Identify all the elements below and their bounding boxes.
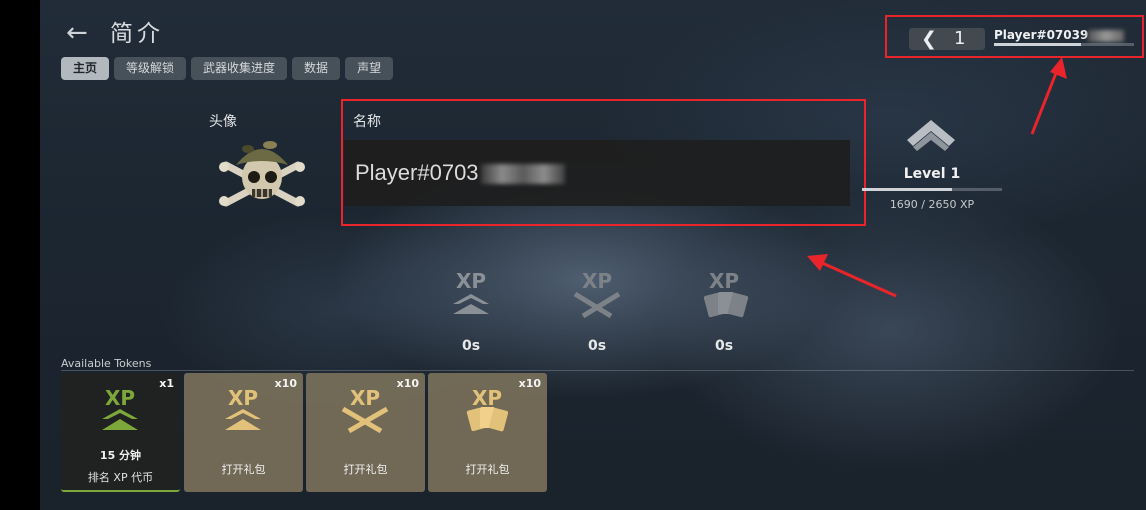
level-progress-bar (862, 188, 1002, 191)
boost-time: 0s (587, 338, 607, 354)
xp-rank-token-icon: XP (225, 386, 261, 430)
red-arrow-to-player-icon (1030, 57, 1067, 135)
redaction-blur (1088, 29, 1125, 42)
token-count: x10 (274, 377, 297, 390)
token-ranked-xp[interactable]: x1 XP 15 分钟 排名 XP 代币 (61, 373, 180, 492)
level-label: Level 1 (903, 166, 961, 182)
player-rank-number: 1 (954, 28, 966, 49)
xp-progress-text: 1690 / 2650 XP (889, 198, 975, 211)
token-duration: 15 分钟 (99, 449, 142, 462)
available-tokens-label: Available Tokens (61, 357, 152, 370)
boost-card-xp: XP 0s (696, 268, 752, 354)
profile-screen: ← 简介 主页 等级解锁 武器收集进度 数据 声望 头像 名称 Player#0… (40, 0, 1146, 510)
xp-weapon-token-icon: XP (341, 386, 389, 434)
tab-bar: 主页 等级解锁 武器收集进度 数据 声望 (61, 57, 394, 80)
boost-time: 0s (714, 338, 734, 354)
rank-chevron-icon (907, 120, 955, 151)
player-progress-bar (994, 43, 1134, 46)
left-edge-bar (0, 0, 40, 510)
boost-weapon-xp: XP 0s (569, 268, 625, 354)
token-name: 排名 XP 代币 (87, 471, 154, 484)
tab-stats[interactable]: 数据 (292, 57, 341, 80)
back-arrow-icon[interactable]: ← (66, 19, 88, 47)
player-name-value: Player#0703 (355, 160, 565, 186)
xp-rank-token-icon: XP (102, 386, 138, 430)
skull-avatar-icon[interactable] (218, 135, 306, 211)
name-label: 名称 (353, 114, 381, 130)
token-gift-weapon[interactable]: x10 XP 打开礼包 (306, 373, 425, 492)
player-progress-fill (994, 43, 1081, 46)
tab-level-unlocks[interactable]: 等级解锁 (114, 57, 187, 80)
tab-prestige[interactable]: 声望 (345, 57, 394, 80)
redaction-blur (480, 164, 565, 185)
svg-text:XP: XP (709, 269, 739, 293)
svg-text:XP: XP (582, 269, 612, 293)
boost-time: 0s (461, 338, 481, 354)
open-gift-label: 打开礼包 (343, 463, 388, 476)
open-gift-label: 打开礼包 (221, 463, 266, 476)
tab-home[interactable]: 主页 (61, 57, 110, 80)
player-name-field[interactable]: Player#0703 (344, 140, 850, 206)
player-rank-pill[interactable]: ❮ 1 (909, 28, 985, 50)
page-title: 简介 (110, 21, 164, 47)
avatar-label: 头像 (209, 114, 237, 130)
token-count: x1 (159, 377, 174, 390)
token-count: x10 (518, 377, 541, 390)
level-progress-fill (862, 188, 952, 191)
svg-text:XP: XP (472, 386, 502, 410)
tokens-divider (61, 370, 1134, 371)
token-gift-rank[interactable]: x10 XP 打开礼包 (184, 373, 303, 492)
xp-weapon-boost-icon: XP (573, 269, 621, 319)
svg-text:XP: XP (350, 386, 380, 410)
xp-card-token-icon: XP (466, 386, 509, 432)
svg-text:XP: XP (228, 386, 258, 410)
xp-rank-boost-icon: XP (453, 269, 489, 314)
boost-rank-xp: XP 0s (443, 268, 499, 354)
token-gift-card[interactable]: x10 XP 打开礼包 (428, 373, 547, 492)
open-gift-label: 打开礼包 (465, 463, 510, 476)
player-tag: Player#07039 (994, 28, 1125, 42)
svg-text:XP: XP (105, 386, 135, 410)
chevron-left-icon: ❮ (921, 28, 937, 50)
token-count: x10 (396, 377, 419, 390)
xp-card-boost-icon: XP (703, 269, 749, 318)
svg-text:XP: XP (456, 269, 486, 293)
tab-weapon-collection[interactable]: 武器收集进度 (191, 57, 288, 80)
red-arrow-to-name-icon (807, 254, 897, 298)
